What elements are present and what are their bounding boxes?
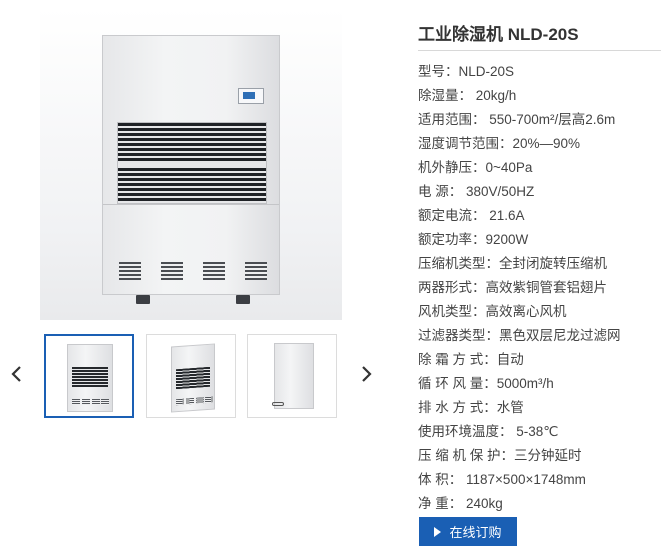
spec-exchanger-type: 两器形式：高效紫铜管套铝翅片 [418,277,621,301]
spec-value: 9200W [485,232,529,247]
control-display [238,88,264,104]
spec-value: 三分钟延时 [514,448,582,463]
spec-coverage: 适用范围： 550-700m²/层高2.6m [418,109,621,133]
spec-fan-type: 风机类型：高效离心风机 [418,301,621,325]
spec-value: 21.6A [485,208,525,223]
intake-vent [161,262,183,280]
order-online-button[interactable]: 在线订购 [419,517,517,546]
main-product-image [40,8,342,320]
dehumidifier-unit [102,35,280,295]
spec-rated-current: 额定电流： 21.6A [418,205,621,229]
spec-label: 风机类型： [418,304,486,319]
order-button-label: 在线订购 [449,525,502,540]
spec-power-supply: 电 源： 380V/50HZ [418,181,621,205]
spec-label: 机外静压： [418,160,486,175]
intake-vent [203,262,225,280]
unit-foot [136,295,150,304]
spec-compressor-type: 压缩机类型：全封闭旋转压缩机 [418,253,621,277]
spec-label: 除湿量： [418,88,476,103]
title-divider [418,50,661,51]
spec-net-weight: 净 重： 240kg [418,493,621,517]
spec-label: 额定功率： [418,232,486,247]
spec-label: 体 积： [418,472,463,487]
gallery-thumbnail-front[interactable] [44,334,134,418]
spec-value: 240kg [462,496,503,511]
gallery-thumbnail-back[interactable] [247,334,337,418]
spec-drainage: 排 水 方 式：水管 [418,397,621,421]
spec-dimensions: 体 积： 1187×500×1748mm [418,469,621,493]
spec-label: 净 重： [418,496,463,511]
spec-label: 适用范围： [418,112,486,127]
product-title: 工业除湿机 NLD-20S [418,25,579,44]
gallery-prev-button[interactable] [7,362,27,386]
spec-label: 电 源： [418,184,463,199]
spec-value: 380V/50HZ [462,184,535,199]
intake-vent [245,262,267,280]
spec-value: 黑色双层尼龙过滤网 [499,328,621,343]
gallery-thumbnail-angled[interactable] [146,334,236,418]
spec-label: 两器形式： [418,280,486,295]
spec-filter-type: 过滤器类型：黑色双层尼龙过滤网 [418,325,621,349]
spec-value: 20kg/h [475,88,517,103]
spec-static-pressure: 机外静压：0~40Pa [418,157,621,181]
spec-value: 高效离心风机 [485,304,567,319]
spec-label: 压缩机类型： [418,256,499,271]
play-icon [434,526,442,537]
spec-value: 5-38℃ [512,424,559,439]
spec-label: 型号： [418,64,459,79]
spec-airflow: 循 环 风 量：5000m³/h [418,373,621,397]
spec-compressor-protection: 压 缩 机 保 护：三分钟延时 [418,445,621,469]
spec-label: 湿度调节范围： [418,136,513,151]
spec-model: 型号：NLD-20S [418,61,621,85]
chevron-left-icon [11,366,21,382]
spec-label: 过滤器类型： [418,328,499,343]
spec-label: 使用环境温度： [418,424,513,439]
spec-defrost-mode: 除 霜 方 式：自动 [418,349,621,373]
spec-value: 全封闭旋转压缩机 [499,256,607,271]
thumbnail-image [272,343,314,409]
spec-list: 型号：NLD-20S 除湿量： 20kg/h 适用范围： 550-700m²/层… [418,61,621,517]
spec-value: 自动 [496,352,524,367]
spec-value: 5000m³/h [496,376,554,391]
spec-value: 高效紫铜管套铝翅片 [485,280,608,295]
spec-value: 20%—90% [512,136,581,151]
spec-dehumidify-capacity: 除湿量： 20kg/h [418,85,621,109]
thumbnail-image [171,343,215,413]
spec-value: 0~40Pa [485,160,533,175]
spec-label: 额定电流： [418,208,486,223]
spec-label: 排 水 方 式： [418,400,497,415]
air-grille [117,122,267,204]
chevron-right-icon [362,366,372,382]
spec-operating-temp: 使用环境温度： 5-38℃ [418,421,621,445]
spec-label: 除 霜 方 式： [418,352,497,367]
intake-vent [119,262,141,280]
spec-value: NLD-20S [458,64,515,79]
thumbnail-image [67,344,113,412]
spec-value: 1187×500×1748mm [462,472,586,487]
spec-value: 550-700m²/层高2.6m [485,112,616,127]
spec-label: 压 缩 机 保 护： [418,448,515,463]
panel-divider [103,204,279,205]
spec-label: 循 环 风 量： [418,376,497,391]
gallery-next-button[interactable] [356,362,376,386]
spec-rated-power: 额定功率：9200W [418,229,621,253]
spec-value: 水管 [496,400,524,415]
spec-humidity-range: 湿度调节范围：20%—90% [418,133,621,157]
unit-foot [236,295,250,304]
